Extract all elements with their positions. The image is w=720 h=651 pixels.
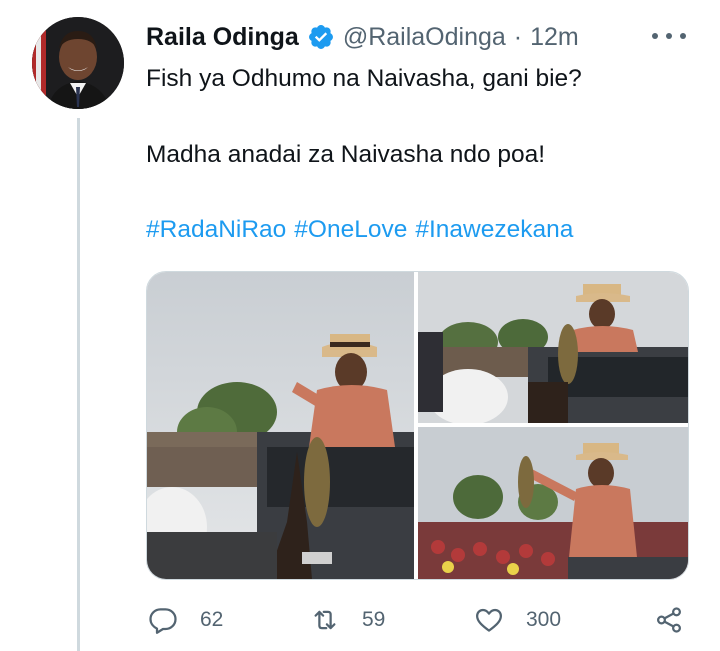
photo-3[interactable] xyxy=(418,427,688,579)
retweet-icon xyxy=(314,610,336,630)
photo-1[interactable] xyxy=(147,272,414,579)
like-icon xyxy=(476,608,502,632)
author-name[interactable]: Raila Odinga xyxy=(146,23,299,52)
tweet-text-line: Madha anadai za Naivasha ndo poa! xyxy=(146,141,546,168)
tweet-text-line: Fish ya Odhumo na Naivasha, gani bie? xyxy=(146,65,582,92)
more-dot xyxy=(666,33,672,39)
like-button[interactable]: 300 xyxy=(474,600,561,640)
hashtags: #RadaNiRao #OneLove #Inawezekana xyxy=(146,216,581,244)
reply-button[interactable]: 62 xyxy=(148,600,223,640)
author-avatar[interactable] xyxy=(32,17,124,109)
thread-line xyxy=(77,118,80,651)
like-count: 300 xyxy=(526,608,562,631)
reply-icon xyxy=(149,608,177,634)
share-icon xyxy=(656,607,682,633)
retweet-button[interactable]: 59 xyxy=(310,600,385,640)
tweet-actions: 62 59 300 xyxy=(146,600,706,640)
verified-badge-icon xyxy=(308,25,333,49)
author-handle[interactable]: @RailaOdinga xyxy=(343,23,506,52)
more-dot xyxy=(652,33,658,39)
reply-count: 62 xyxy=(200,608,224,631)
tweet-timestamp[interactable]: 12m xyxy=(530,23,579,52)
photo-2[interactable] xyxy=(418,272,688,423)
tweet-header: Raila Odinga @RailaOdinga · 12m xyxy=(146,20,579,54)
hashtag-link[interactable]: #Inawezekana xyxy=(415,216,573,243)
media-grid xyxy=(146,271,689,580)
hashtag-link[interactable]: #RadaNiRao xyxy=(146,216,286,243)
separator-dot: · xyxy=(513,22,523,51)
share-button[interactable] xyxy=(654,600,684,640)
retweet-count: 59 xyxy=(362,608,386,631)
more-icon[interactable] xyxy=(652,26,686,46)
hashtag-link[interactable]: #OneLove xyxy=(294,216,407,243)
more-dot xyxy=(680,33,686,39)
